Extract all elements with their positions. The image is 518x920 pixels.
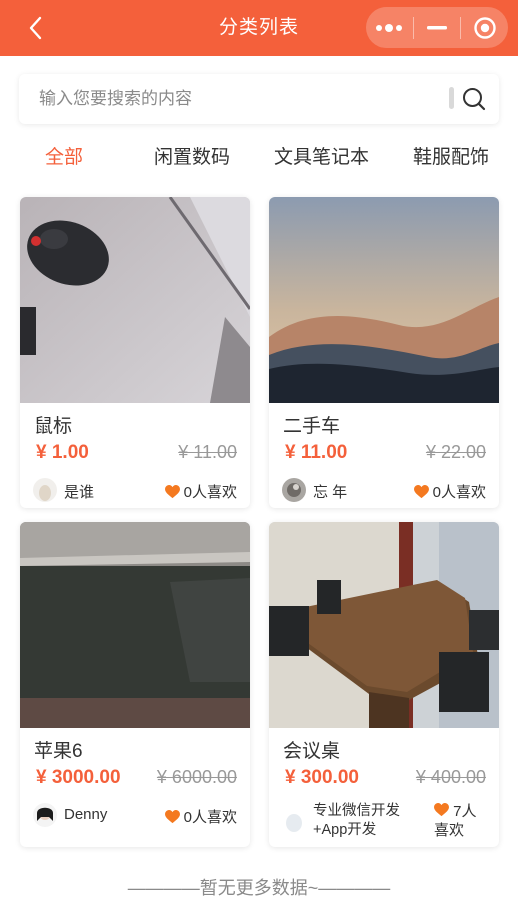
seller-name: 是谁 (64, 484, 95, 501)
like-label: 0人喜欢 (432, 484, 486, 501)
tab-stationery[interactable]: 文具笔记本 (274, 138, 369, 178)
like-label: 0人喜欢 (183, 484, 237, 501)
product-card[interactable]: 二手车 ¥ 11.00 ¥ 22.00 忘 年 0人喜欢 (269, 197, 499, 508)
seller-avatar-icon (33, 478, 57, 502)
like-count[interactable]: 0人喜欢 (164, 806, 237, 827)
product-price: ¥ 1.00 (36, 442, 89, 463)
avatar (282, 478, 306, 502)
product-original-price: ¥ 6000.00 (156, 767, 237, 787)
heart-icon (434, 803, 449, 817)
meeting-table-photo (269, 522, 499, 728)
mini-program-capsule (366, 7, 508, 48)
like-count[interactable]: 0人喜欢 (164, 481, 237, 502)
tab-apparel[interactable]: 鞋服配饰 (413, 138, 489, 178)
product-name: 二手车 (283, 416, 341, 437)
no-more-data-text: ————暂无更多数据~———— (127, 878, 391, 898)
seller-avatar-icon (282, 478, 306, 502)
like-label: 0人喜欢 (183, 809, 237, 826)
product-price: ¥ 3000.00 (36, 767, 121, 788)
heart-icon (164, 484, 180, 498)
more-button[interactable] (366, 7, 413, 48)
more-dots-icon (376, 23, 403, 32)
product-card[interactable]: 会议桌 ¥ 300.00 ¥ 400.00 专业微信开发+App开发 7人喜欢 (269, 522, 499, 847)
product-name: 苹果6 (34, 741, 83, 762)
product-card[interactable]: 苹果6 ¥ 3000.00 ¥ 6000.00 Denny 0人喜欢 (20, 522, 250, 847)
avatar (33, 478, 57, 502)
heart-icon (164, 809, 180, 823)
search-button[interactable] (461, 86, 487, 112)
like-count[interactable]: 0人喜欢 (413, 481, 486, 502)
like-count[interactable]: 7人喜欢 (434, 802, 486, 840)
product-name: 会议桌 (283, 741, 341, 762)
seller-name: Denny (64, 806, 108, 823)
search-input[interactable] (39, 74, 449, 124)
tab-digital[interactable]: 闲置数码 (154, 138, 230, 178)
close-button[interactable] (461, 7, 508, 48)
search-icon (463, 88, 486, 111)
minimize-icon (427, 25, 447, 29)
nav-bar: 分类列表 (0, 0, 518, 56)
category-tabs: 全部 闲置数码 文具笔记本 鞋服配饰 (0, 138, 518, 178)
avatar (282, 810, 306, 834)
heart-icon (413, 484, 429, 498)
mouse-photo (20, 197, 250, 403)
glass-panel-photo (20, 522, 250, 728)
minimize-button[interactable] (414, 7, 461, 48)
product-price: ¥ 11.00 (285, 442, 348, 463)
search-scrollbar (449, 87, 454, 109)
avatar (33, 803, 57, 827)
product-original-price: ¥ 11.00 (178, 442, 237, 462)
product-original-price: ¥ 22.00 (425, 442, 486, 462)
product-price: ¥ 300.00 (285, 767, 359, 788)
search-box (19, 74, 499, 124)
product-name: 鼠标 (34, 416, 73, 437)
seller-avatar-icon (33, 803, 57, 827)
product-original-price: ¥ 400.00 (415, 767, 486, 787)
seller-name: 专业微信开发+App开发 (313, 803, 400, 838)
seller-name: 忘 年 (313, 484, 348, 501)
product-card[interactable]: 鼠标 ¥ 1.00 ¥ 11.00 是谁 0人喜欢 (20, 197, 250, 508)
landscape-photo (269, 197, 499, 403)
tab-all[interactable]: 全部 (45, 138, 83, 178)
seller-avatar-icon (282, 810, 306, 834)
record-target-icon (473, 16, 496, 39)
